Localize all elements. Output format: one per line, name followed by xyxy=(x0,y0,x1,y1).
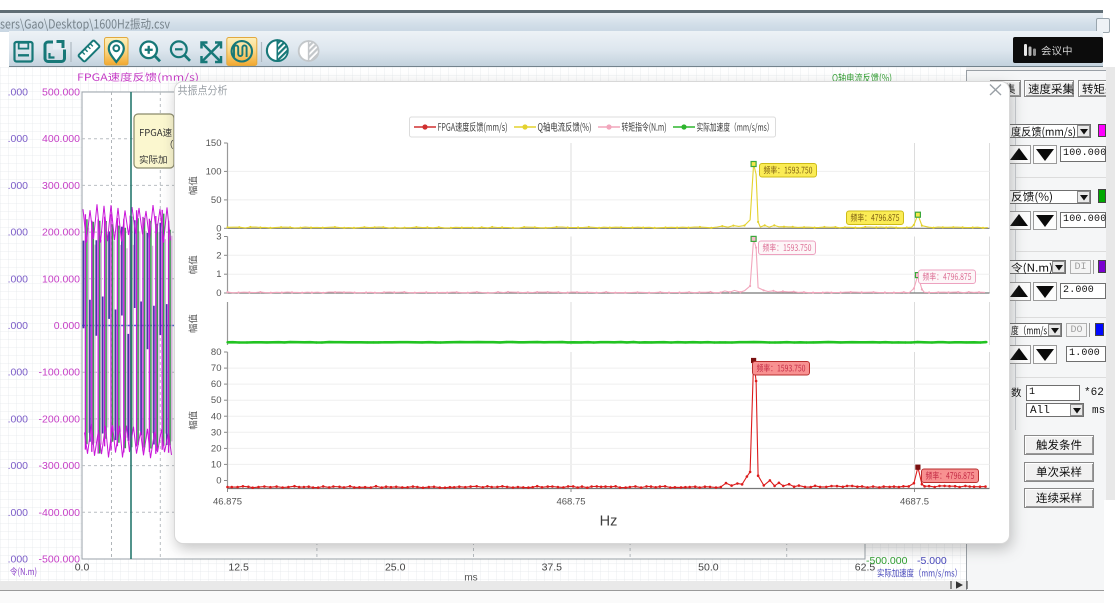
svg-text:-5.000: -5.000 xyxy=(917,555,947,567)
svg-text:-500.000: -500.000 xyxy=(866,555,908,567)
svg-text:400.000: 400.000 xyxy=(42,133,80,145)
svg-text:37.5: 37.5 xyxy=(542,562,563,574)
svg-text:.000: .000 xyxy=(8,507,29,519)
svg-text:100.000: 100.000 xyxy=(42,273,80,285)
svg-text:.000: .000 xyxy=(8,367,29,379)
svg-text:0.000: 0.000 xyxy=(54,320,80,332)
svg-text:.000: .000 xyxy=(8,87,29,99)
svg-text:30: 30 xyxy=(210,427,221,438)
svg-text:3: 3 xyxy=(216,232,221,243)
svg-text:25.0: 25.0 xyxy=(385,562,406,574)
svg-text:200.000: 200.000 xyxy=(42,227,80,239)
svg-text:150: 150 xyxy=(205,138,221,149)
svg-text:10: 10 xyxy=(210,459,221,470)
svg-text:40: 40 xyxy=(210,411,221,422)
svg-text:50: 50 xyxy=(210,195,221,206)
svg-text:100: 100 xyxy=(205,166,221,177)
svg-text:500.000: 500.000 xyxy=(42,87,80,99)
svg-text:70: 70 xyxy=(210,363,221,374)
svg-text:.000: .000 xyxy=(8,180,29,192)
svg-text:.000: .000 xyxy=(8,460,29,472)
svg-text:.000: .000 xyxy=(8,133,29,145)
svg-text:20: 20 xyxy=(210,443,221,454)
svg-text:4687.5: 4687.5 xyxy=(899,497,928,508)
svg-text:-200.000: -200.000 xyxy=(39,413,81,425)
svg-text:-100.000: -100.000 xyxy=(39,367,81,379)
svg-text:12.5: 12.5 xyxy=(228,562,249,574)
svg-text:1: 1 xyxy=(216,269,221,280)
svg-text:Hz: Hz xyxy=(599,514,617,530)
svg-text:60: 60 xyxy=(210,379,221,390)
svg-text:0: 0 xyxy=(216,476,221,487)
svg-text:.000: .000 xyxy=(8,227,29,239)
svg-text:300.000: 300.000 xyxy=(42,180,80,192)
svg-text:.000: .000 xyxy=(8,273,29,285)
svg-text:-300.000: -300.000 xyxy=(39,460,81,472)
svg-text:0: 0 xyxy=(216,288,221,299)
svg-text:ms: ms xyxy=(464,573,477,582)
svg-text:-400.000: -400.000 xyxy=(39,507,81,519)
svg-text:0.0: 0.0 xyxy=(75,562,90,574)
svg-text:50: 50 xyxy=(210,395,221,406)
svg-text:80: 80 xyxy=(210,347,221,358)
svg-text:2: 2 xyxy=(216,250,221,261)
svg-text:.000: .000 xyxy=(8,320,29,332)
svg-text:46.875: 46.875 xyxy=(212,497,241,508)
svg-text:.000: .000 xyxy=(8,413,29,425)
svg-text:.000: .000 xyxy=(8,554,29,566)
svg-text:468.75: 468.75 xyxy=(556,497,585,508)
svg-text:50.0: 50.0 xyxy=(698,562,719,574)
